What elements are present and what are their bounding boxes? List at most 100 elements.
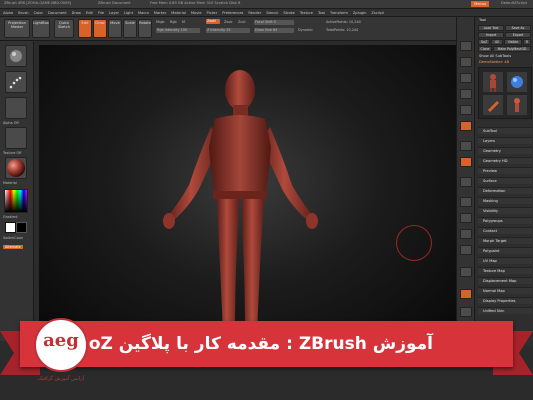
tool-thumbnails bbox=[478, 67, 532, 119]
subpalette-item[interactable]: Polypaint bbox=[478, 247, 532, 254]
menu-item[interactable]: Preferences bbox=[222, 9, 243, 16]
subpalette-item[interactable]: SubTool bbox=[478, 127, 532, 134]
menu-item[interactable]: Edit bbox=[86, 9, 93, 16]
rotate-button[interactable]: Rotate bbox=[138, 19, 152, 38]
menu-item[interactable]: Zscript bbox=[371, 9, 383, 16]
menus-button[interactable]: Menus bbox=[471, 1, 489, 7]
menu-item[interactable]: Texture bbox=[300, 9, 313, 16]
menu-item[interactable]: Transform bbox=[330, 9, 348, 16]
save-as-button[interactable]: Save As bbox=[505, 25, 531, 31]
polyf-button[interactable] bbox=[460, 267, 472, 277]
soldier-tool-thumb[interactable] bbox=[483, 72, 503, 92]
eraser-tool-thumb[interactable] bbox=[507, 95, 527, 115]
actual-button[interactable] bbox=[460, 105, 472, 115]
document-canvas[interactable] bbox=[39, 45, 456, 345]
menu-item[interactable]: File bbox=[98, 9, 104, 16]
menu-item[interactable]: Light bbox=[124, 9, 133, 16]
r-button[interactable]: R bbox=[523, 39, 531, 45]
scale-button[interactable]: Scale bbox=[123, 19, 137, 38]
brush-thumbnail[interactable] bbox=[5, 45, 27, 67]
goz-button[interactable]: GoZ bbox=[478, 39, 490, 45]
subpalette-item[interactable]: Layers bbox=[478, 137, 532, 144]
alternate-button[interactable]: Alternate bbox=[3, 245, 23, 249]
subpalette-item[interactable]: Visibility bbox=[478, 207, 532, 214]
menu-item[interactable]: Picker bbox=[207, 9, 218, 16]
subpalette-item[interactable]: Contact bbox=[478, 227, 532, 234]
alpha-thumbnail[interactable] bbox=[5, 97, 27, 119]
subpalette-item[interactable]: Displacement Map bbox=[478, 277, 532, 284]
local-button[interactable] bbox=[460, 157, 472, 167]
zoom-button[interactable] bbox=[460, 89, 472, 99]
zcut-toggle[interactable]: Zcut bbox=[238, 20, 246, 24]
scroll-button[interactable] bbox=[460, 73, 472, 83]
main-color-swatch[interactable] bbox=[5, 222, 16, 233]
transp-button[interactable] bbox=[460, 289, 472, 299]
menu-item[interactable]: Draw bbox=[72, 9, 81, 16]
stroke-thumbnail[interactable] bbox=[5, 71, 27, 93]
subpalette-item[interactable]: UV Map bbox=[478, 257, 532, 264]
menu-item[interactable]: Document bbox=[48, 9, 67, 16]
make-polymesh-button[interactable]: Make PolyMesh3D bbox=[493, 46, 531, 52]
material-thumbnail[interactable] bbox=[5, 157, 27, 179]
export-button[interactable]: Export bbox=[505, 32, 531, 38]
menu-item[interactable]: Brush bbox=[18, 9, 28, 16]
rotate-view-button[interactable] bbox=[460, 245, 472, 255]
subpalette-item[interactable]: Display Properties bbox=[478, 297, 532, 304]
subpalette-item[interactable]: Polygroups bbox=[478, 217, 532, 224]
default-zscript-button[interactable]: DefaultZScript bbox=[501, 1, 527, 5]
edit-button[interactable]: Edit bbox=[78, 19, 92, 38]
menu-item[interactable]: Zplugin bbox=[353, 9, 367, 16]
menu-item[interactable]: Stencil bbox=[266, 9, 278, 16]
clone-button[interactable]: Clone bbox=[478, 46, 492, 52]
all-button[interactable]: All bbox=[491, 39, 503, 45]
texture-thumbnail[interactable] bbox=[5, 127, 27, 149]
menu-item[interactable]: Color bbox=[34, 9, 43, 16]
menu-item[interactable]: Marker bbox=[154, 9, 166, 16]
scale-view-button[interactable] bbox=[460, 229, 472, 239]
menu-item[interactable]: Render bbox=[248, 9, 261, 16]
move-button[interactable]: Move bbox=[108, 19, 122, 38]
menu-item[interactable]: Stroke bbox=[283, 9, 294, 16]
draw-button[interactable]: Draw bbox=[93, 19, 107, 38]
spix-button[interactable] bbox=[460, 57, 472, 67]
menu-item[interactable]: Tool bbox=[318, 9, 325, 16]
subpalette-item[interactable]: Morph Target bbox=[478, 237, 532, 244]
bpr-button[interactable] bbox=[460, 41, 472, 51]
move-view-button[interactable] bbox=[460, 213, 472, 223]
menu-item[interactable]: Alpha bbox=[3, 9, 13, 16]
menu-item[interactable]: Material bbox=[171, 9, 186, 16]
secondary-color-swatch[interactable] bbox=[16, 222, 27, 233]
subpalette-item[interactable]: Geometry bbox=[478, 147, 532, 154]
quick-sketch-button[interactable]: Quick Sketch bbox=[54, 19, 74, 38]
mrgb-toggle[interactable]: Mrgb bbox=[156, 20, 165, 24]
subpalette-item[interactable]: Deformation bbox=[478, 187, 532, 194]
subpalette-item[interactable]: Preview bbox=[478, 167, 532, 174]
menu-item[interactable]: Macro bbox=[138, 9, 149, 16]
subpalette-item[interactable]: Surface bbox=[478, 177, 532, 184]
subpalette-item[interactable]: Geometry HD bbox=[478, 157, 532, 164]
projection-master-button[interactable]: Projection Master bbox=[4, 19, 30, 38]
zsub-toggle[interactable]: Zsub bbox=[224, 20, 232, 24]
xyz-button[interactable] bbox=[460, 177, 472, 187]
m-toggle[interactable]: M bbox=[182, 20, 185, 24]
lightbox-button[interactable]: LightBox bbox=[32, 19, 50, 38]
menu-item[interactable]: Layer bbox=[109, 9, 119, 16]
frame-button[interactable] bbox=[460, 197, 472, 207]
simple-brush-thumb[interactable] bbox=[483, 95, 503, 115]
persp-button[interactable] bbox=[460, 121, 472, 131]
polymesh-tool-thumb[interactable] bbox=[507, 72, 527, 92]
visible-button[interactable]: Visible bbox=[504, 39, 522, 45]
floor-button[interactable] bbox=[460, 141, 472, 151]
rgb-toggle[interactable]: Rgb bbox=[170, 20, 177, 24]
subpalette-item[interactable]: Texture Map bbox=[478, 267, 532, 274]
menu-item[interactable]: Movie bbox=[191, 9, 202, 16]
subpalette-item[interactable]: Unified Skin bbox=[478, 307, 532, 314]
subpalette-item[interactable]: Normal Map bbox=[478, 287, 532, 294]
solo-button[interactable] bbox=[460, 307, 472, 317]
color-picker[interactable] bbox=[4, 189, 28, 213]
switch-color-button[interactable]: SwitchColor bbox=[3, 236, 23, 240]
subpalette-item[interactable]: Masking bbox=[478, 197, 532, 204]
load-tool-button[interactable]: Load Tool bbox=[478, 25, 504, 31]
import-button[interactable]: Import bbox=[478, 32, 504, 38]
dynamic-toggle[interactable]: Dynamic bbox=[298, 28, 313, 32]
